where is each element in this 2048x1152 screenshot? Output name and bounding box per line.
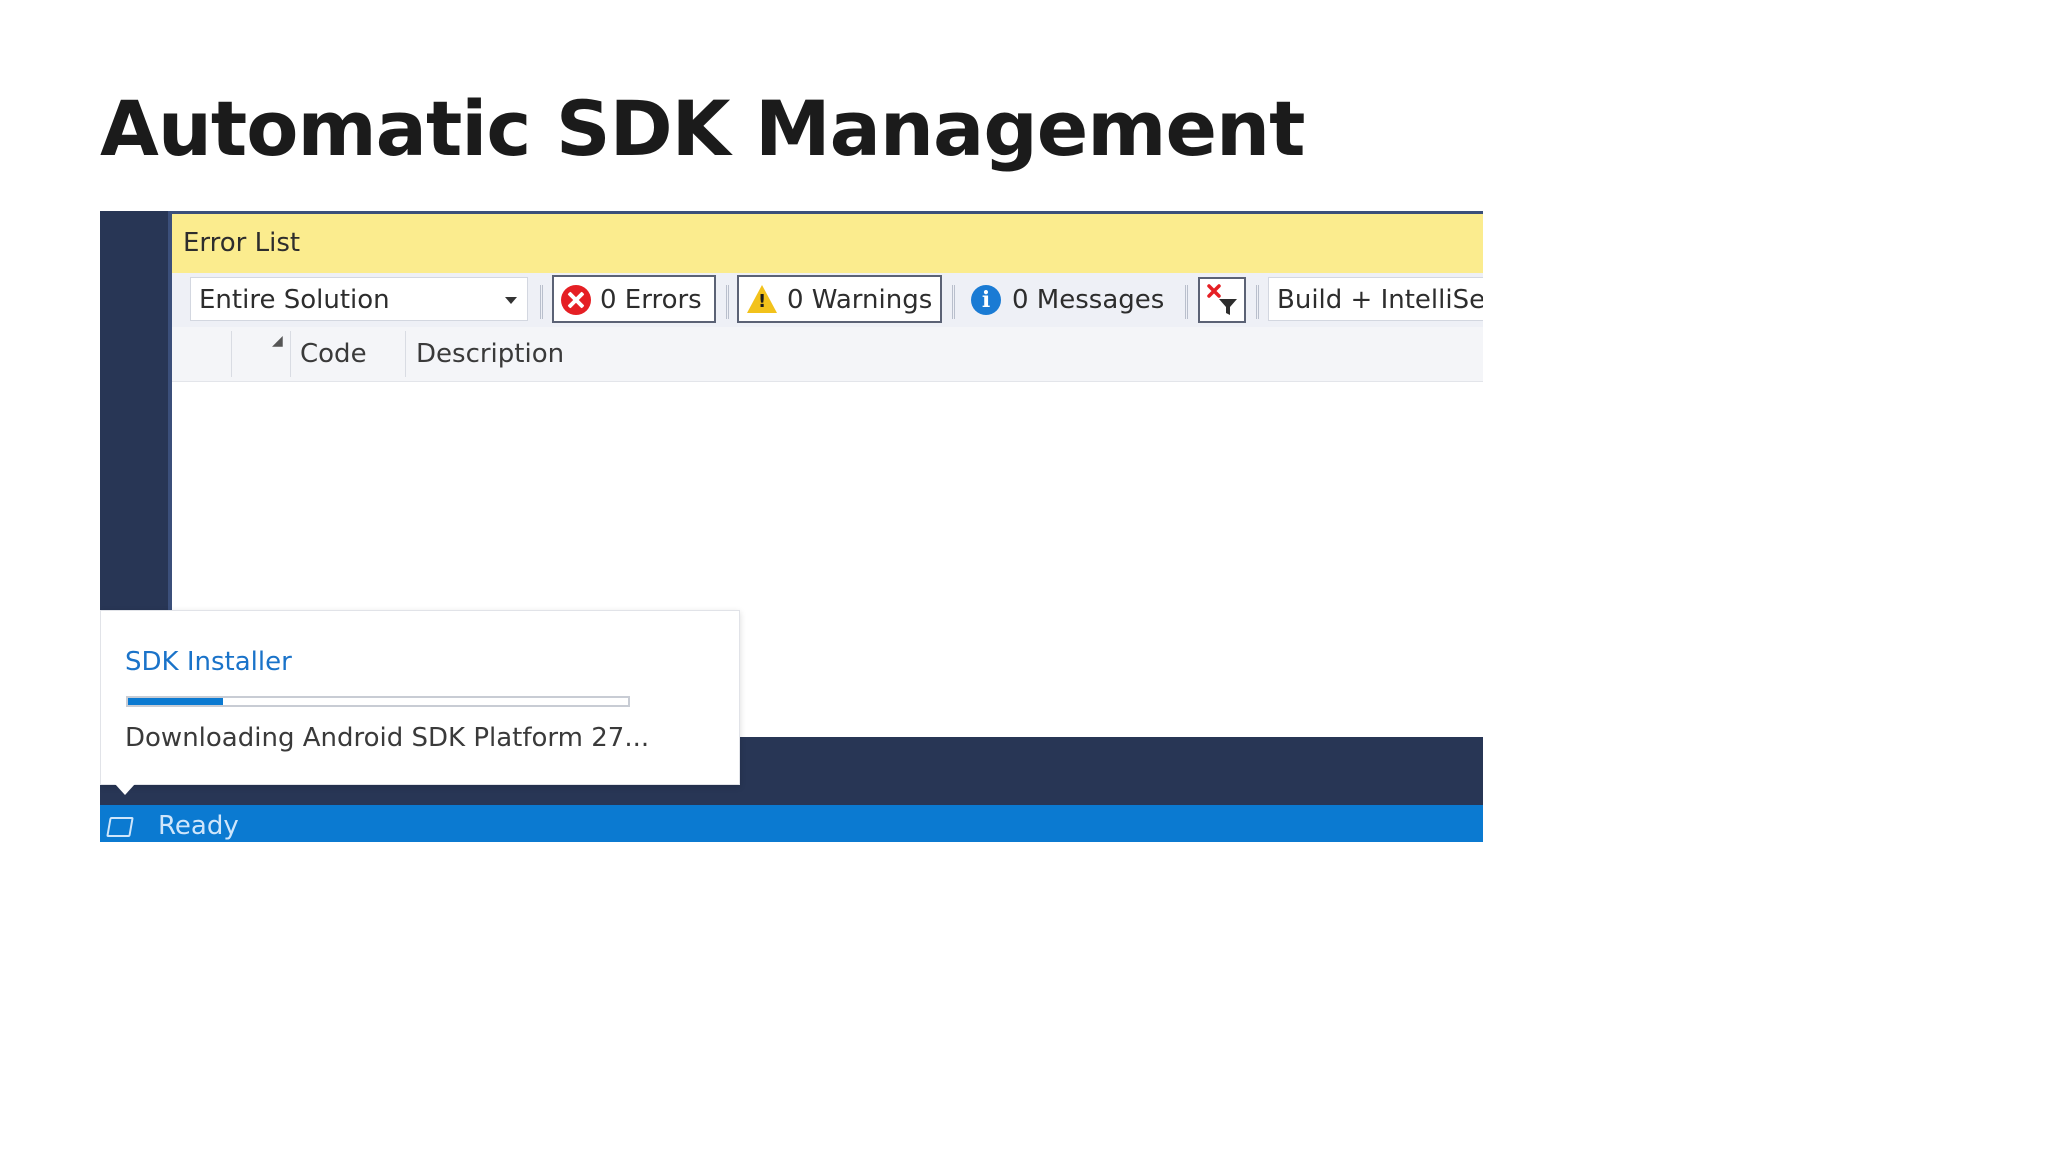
error-list-titlebar[interactable]: Error List: [172, 211, 1483, 273]
errors-filter-button[interactable]: 0 Errors: [552, 275, 716, 323]
errors-count-label: 0 Errors: [600, 285, 702, 315]
toast-title[interactable]: SDK Installer: [125, 647, 292, 677]
ide-screenshot: Error List Entire Solution 0 Errors ! 0 …: [100, 211, 1483, 842]
scope-dropdown[interactable]: Entire Solution: [190, 277, 528, 321]
toolbar-separator: [1256, 285, 1259, 319]
clear-filter-icon: [1207, 284, 1237, 315]
scope-dropdown-value: Entire Solution: [199, 285, 390, 315]
warnings-filter-button[interactable]: ! 0 Warnings: [737, 275, 942, 323]
build-source-value: Build + IntelliSen: [1277, 285, 1483, 315]
toast-pointer: [115, 784, 135, 795]
warnings-count-label: 0 Warnings: [787, 285, 933, 315]
chevron-down-icon: [505, 297, 517, 304]
messages-count-label: 0 Messages: [1012, 285, 1165, 315]
status-text: Ready: [158, 811, 239, 841]
column-header-code[interactable]: Code: [300, 339, 367, 369]
messages-filter-button[interactable]: i 0 Messages: [964, 275, 1174, 323]
download-progress-fill: [128, 698, 223, 705]
column-separator: [290, 331, 291, 377]
download-progress-bar: [126, 696, 630, 707]
toolbar-separator: [726, 285, 729, 319]
sdk-installer-toast[interactable]: SDK Installer Downloading Android SDK Pl…: [100, 610, 740, 785]
toolbar-separator: [1185, 285, 1188, 319]
info-circle-icon: i: [971, 285, 1001, 315]
toolbar-separator: [952, 285, 955, 319]
error-list-toolbar: Entire Solution 0 Errors ! 0 Warnings i …: [172, 273, 1483, 327]
column-separator: [405, 331, 406, 377]
build-source-dropdown[interactable]: Build + IntelliSen: [1268, 277, 1483, 321]
toolbar-separator: [540, 285, 543, 319]
slide-title: Automatic SDK Management: [100, 84, 1305, 173]
sort-icon[interactable]: ◢: [272, 333, 283, 349]
column-separator: [231, 331, 232, 377]
column-header-description[interactable]: Description: [416, 339, 564, 369]
status-panel-icon[interactable]: [106, 817, 134, 837]
status-bar: Ready: [100, 805, 1483, 842]
error-grid-header: ◢ Code Description: [172, 327, 1483, 382]
error-list-title: Error List: [183, 228, 301, 258]
toast-message: Downloading Android SDK Platform 27...: [125, 723, 650, 753]
clear-filter-button[interactable]: [1198, 277, 1246, 323]
warning-triangle-icon: !: [747, 285, 777, 313]
error-circle-icon: [561, 285, 591, 315]
